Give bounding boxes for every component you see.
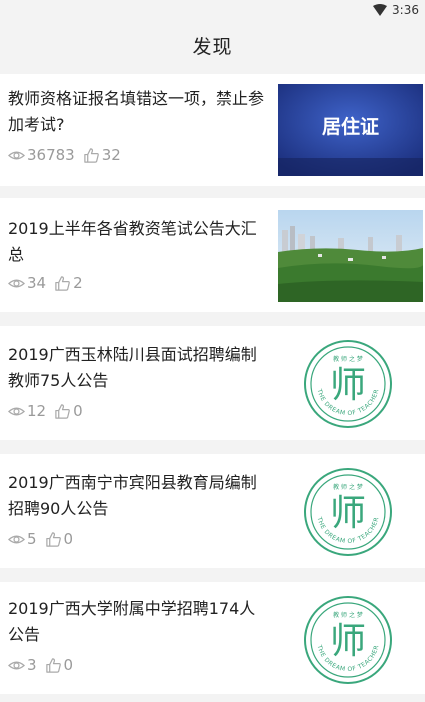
- article-thumbnail: 居住证: [278, 84, 423, 176]
- thumbs-up-icon: [55, 403, 70, 419]
- teacher-dream-logo: 教 师 之 梦 师 THE DREAM OF TEACHER: [304, 596, 392, 684]
- thumbs-up-icon: [55, 275, 70, 291]
- thumbs-up-icon: [45, 657, 61, 673]
- like-count: 0: [73, 402, 83, 420]
- logo-character: 师: [330, 493, 366, 534]
- teacher-dream-logo: 教 师 之 梦 师 THE DREAM OF TEACHER: [304, 468, 392, 556]
- article-title: 2019广西玉林陆川县面试招聘编制教师75人公告: [8, 345, 257, 390]
- eye-icon: [8, 151, 25, 159]
- article-card[interactable]: 2019广西大学附属中学招聘174人公告 3 0 教 师 之 梦 师 THE D…: [0, 582, 425, 694]
- like-count: 32: [101, 146, 121, 164]
- article-card[interactable]: 2019广西玉林陆川县面试招聘编制教师75人公告 12 0 教 师 之 梦 师 …: [0, 326, 425, 440]
- eye-icon: [8, 535, 25, 543]
- article-card[interactable]: 教师资格证报名填错这一项，禁止参加考试? 36783 32 居住证: [0, 74, 425, 186]
- status-bar: 3:36: [0, 0, 425, 20]
- logo-character: 师: [330, 621, 366, 662]
- view-count: 3: [27, 656, 37, 674]
- eye-icon: [8, 661, 25, 669]
- article-stats: 12 0: [8, 402, 83, 420]
- thumbs-up-icon: [83, 147, 99, 163]
- article-stats: 5 0: [8, 530, 73, 548]
- article-title: 教师资格证报名填错这一项，禁止参加考试?: [8, 89, 265, 134]
- status-time: 3:36: [392, 3, 419, 17]
- header: 发现: [0, 20, 425, 70]
- eye-icon: [8, 279, 25, 287]
- article-stats: 3 0: [8, 656, 73, 674]
- logo-top-text: 教 师 之 梦: [333, 355, 363, 363]
- wifi-icon: [373, 4, 388, 16]
- article-thumbnail: [278, 210, 423, 302]
- view-count: 5: [27, 530, 37, 548]
- article-stats: 36783 32: [8, 146, 121, 164]
- logo-top-text: 教 师 之 梦: [333, 483, 363, 491]
- like-count: 0: [63, 656, 74, 674]
- page-title: 发现: [192, 35, 233, 58]
- thumbs-up-icon: [45, 531, 61, 547]
- article-card[interactable]: 2019广西南宁市宾阳县教育局编制招聘90人公告 5 0 教 师 之 梦 师 T…: [0, 454, 425, 568]
- status-icons: 3:36: [373, 2, 419, 18]
- eye-icon: [8, 407, 25, 415]
- article-title: 2019上半年各省教资笔试公告大汇总: [8, 219, 257, 264]
- view-count: 12: [27, 402, 47, 420]
- article-title: 2019广西南宁市宾阳县教育局编制招聘90人公告: [8, 473, 257, 518]
- view-count: 36783: [27, 146, 75, 164]
- logo-top-text: 教 师 之 梦: [333, 611, 363, 619]
- teacher-dream-logo: 教 师 之 梦 师 THE DREAM OF TEACHER: [304, 340, 392, 428]
- article-card[interactable]: 2019上半年各省教资笔试公告大汇总 34 2: [0, 198, 425, 312]
- article-title: 2019广西大学附属中学招聘174人公告: [8, 599, 256, 644]
- like-count: 2: [73, 274, 83, 292]
- article-stats: 34 2: [8, 274, 83, 292]
- logo-character: 师: [330, 365, 366, 406]
- view-count: 34: [27, 274, 47, 292]
- like-count: 0: [63, 530, 74, 548]
- thumbnail-caption: 居住证: [321, 116, 379, 138]
